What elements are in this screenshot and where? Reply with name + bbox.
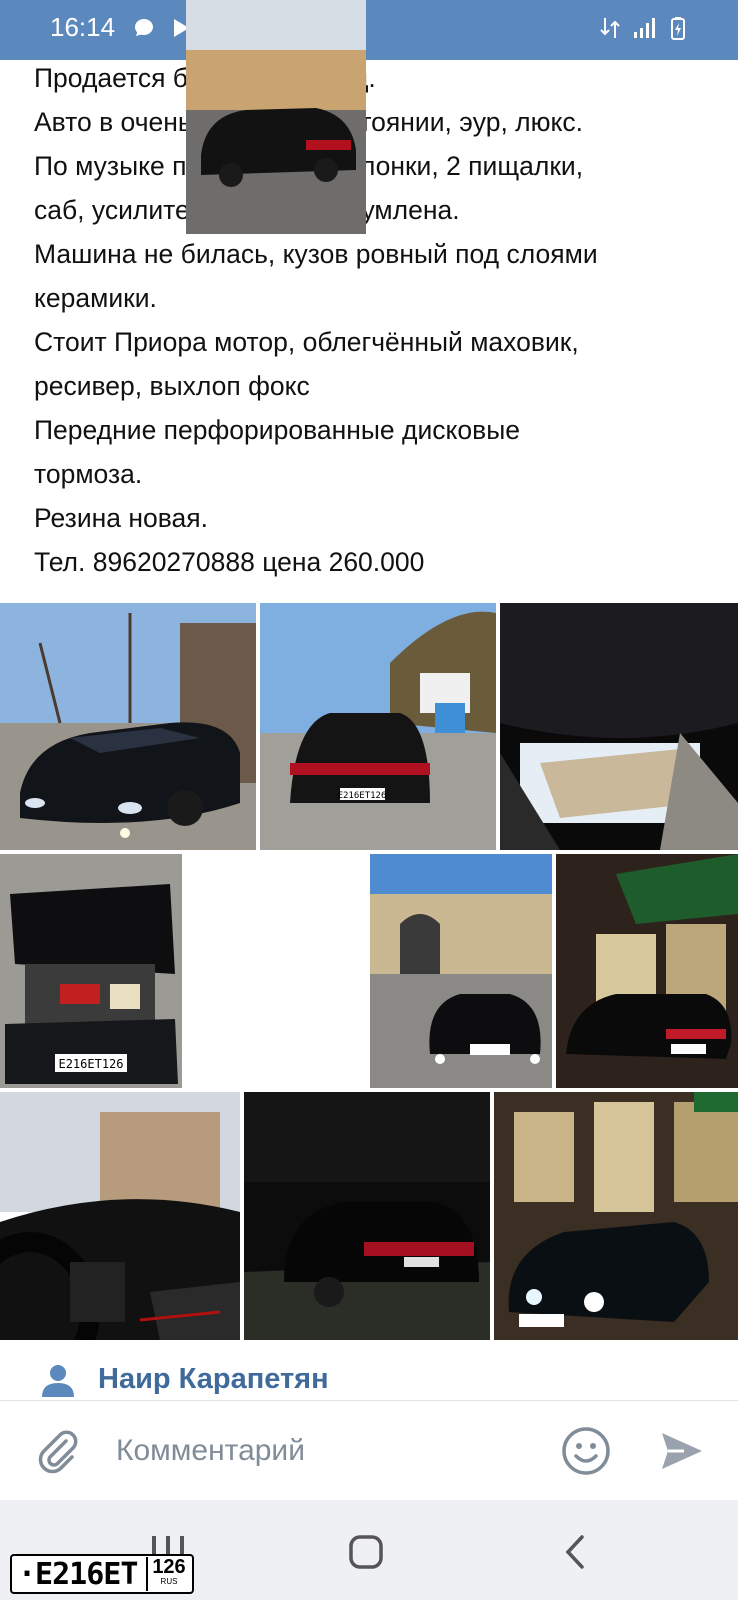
comment-bar: Комментарий <box>0 1400 738 1500</box>
photo-car-front-street[interactable] <box>0 603 256 850</box>
photo-car-side-street[interactable] <box>186 0 366 234</box>
plate-region-number: 126 <box>152 1556 186 1578</box>
home-icon[interactable] <box>348 1534 384 1570</box>
photo-interior-headliner[interactable] <box>500 603 738 850</box>
post-line: Авто в очень хорошем состоянии, эур, люк… <box>34 107 584 137</box>
photo-car-front-night-lit[interactable] <box>494 1092 738 1340</box>
comment-input[interactable]: Комментарий <box>116 1427 516 1475</box>
author-name[interactable]: Наир Карапетян <box>98 1363 329 1396</box>
post-line: ресивер, выхлоп фокс <box>34 371 310 401</box>
photo-car-front-arch[interactable] <box>370 854 552 1088</box>
chat-bubble-icon <box>135 19 153 36</box>
post-line: саб, усилители, вся обесшумлена. <box>34 195 460 225</box>
photo-car-rear-night[interactable] <box>244 1092 490 1340</box>
photo-engine-bay[interactable]: Е216ЕТ126 <box>0 854 182 1088</box>
svg-text:Е216ЕТ126: Е216ЕТ126 <box>338 791 387 801</box>
battery-icon <box>671 17 685 40</box>
person-icon <box>42 1365 74 1397</box>
post-line: керамики. <box>34 283 157 313</box>
smiley-icon[interactable] <box>560 1425 612 1477</box>
status-time: 16:14 <box>50 12 116 42</box>
license-plate-overlay: ·Е216ЕТ 126 RUS <box>10 1554 194 1594</box>
plate-region: 126 RUS <box>146 1557 190 1591</box>
post-line: Стоит Приора мотор, облегчённый маховик, <box>34 327 579 357</box>
post-line: Продается богдан 2012 год. <box>34 63 376 93</box>
photo-car-rear-parking[interactable]: Е216ЕТ126 <box>260 603 496 850</box>
paperclip-icon[interactable] <box>34 1427 82 1475</box>
photo-dashboard-interior[interactable] <box>0 1092 240 1340</box>
photo-car-night-bank[interactable] <box>556 854 738 1088</box>
post-line: Передние перфорированные дисковые <box>34 415 521 445</box>
svg-text:Е216ЕТ126: Е216ЕТ126 <box>58 1057 123 1071</box>
post-line: Резина новая. <box>34 503 208 533</box>
signal-icon <box>634 18 655 38</box>
plate-country: RUS <box>160 1577 178 1586</box>
post-line: Машина не билась, кузов ровный под слоям… <box>34 239 598 269</box>
plate-number: ·Е216ЕТ <box>18 1556 138 1592</box>
post-text: Продается богдан 2012 год. Авто в очень … <box>34 56 724 584</box>
send-icon[interactable] <box>658 1427 706 1475</box>
author-row[interactable]: Наир Карапетян <box>0 1343 738 1403</box>
post-line: По музыке пионер 88, 4 колонки, 2 пищалк… <box>34 151 584 181</box>
post-line: Тел. 89620270888 цена 260.000 <box>34 547 425 577</box>
status-bar: 16:14 <box>0 0 738 60</box>
data-arrows-icon <box>600 18 620 38</box>
back-icon[interactable] <box>562 1534 588 1570</box>
post-line: тормоза. <box>34 459 143 489</box>
